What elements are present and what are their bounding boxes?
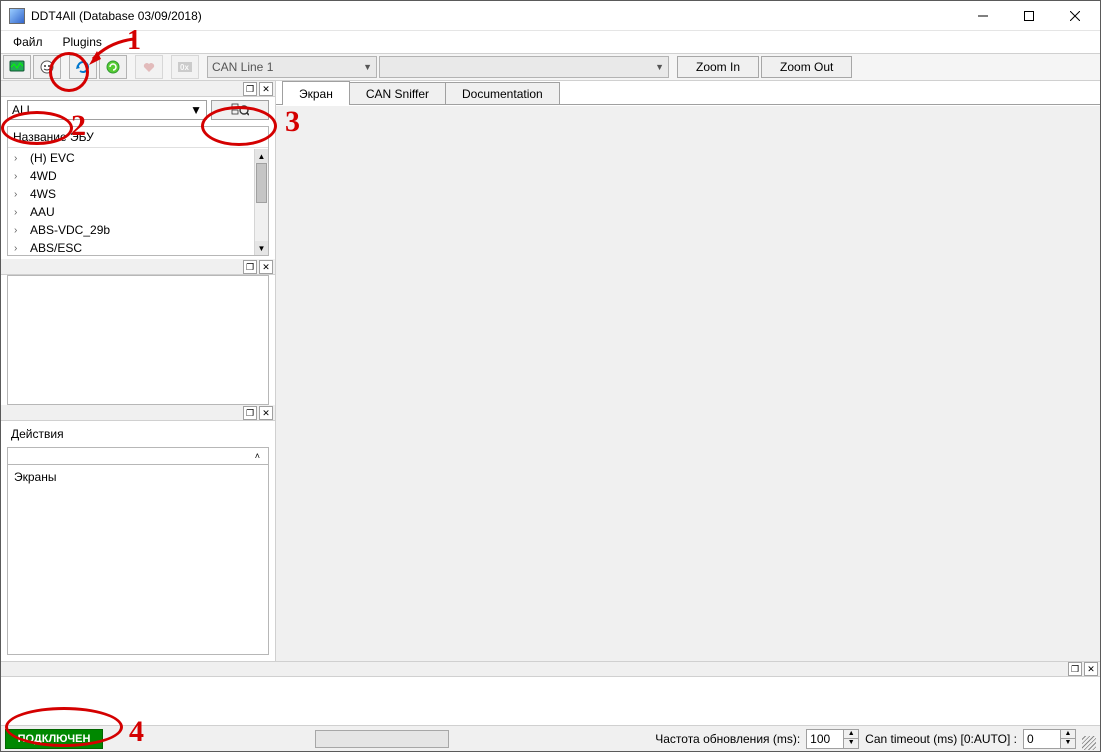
- chevron-right-icon: ›: [14, 243, 24, 254]
- dock-controls: ❐ ✕: [1, 405, 275, 421]
- main-area: Экран CAN Sniffer Documentation: [276, 81, 1100, 661]
- can-timeout-spinner[interactable]: ▲▼: [1023, 729, 1076, 749]
- close-button[interactable]: [1052, 1, 1098, 31]
- chevron-right-icon: ›: [14, 207, 24, 218]
- ecu-tree-header: Название ЭБУ: [8, 127, 268, 148]
- spin-down-icon[interactable]: ▼: [1061, 739, 1075, 748]
- connect-icon[interactable]: [99, 55, 127, 79]
- monitor-icon[interactable]: [3, 55, 31, 79]
- spin-up-icon[interactable]: ▲: [844, 730, 858, 739]
- zoom-out-button[interactable]: Zoom Out: [761, 56, 852, 78]
- actions-header: Действия: [1, 421, 275, 447]
- dock-close-icon[interactable]: ✕: [259, 260, 273, 274]
- dock-controls: ❐ ✕: [1, 81, 275, 97]
- app-icon: [9, 8, 25, 24]
- tab-screen[interactable]: Экран: [282, 81, 350, 105]
- refresh-icon[interactable]: [69, 55, 97, 79]
- toolbar: 0x CAN Line 1 ▼ ▼ Zoom In Zoom Out: [1, 53, 1100, 81]
- connected-button[interactable]: ПОДКЛЮЧЕН: [5, 729, 103, 749]
- tree-item[interactable]: ›ABS/ESC: [8, 239, 254, 255]
- menubar: Файл Plugins: [1, 31, 1100, 53]
- chevron-right-icon: ›: [14, 225, 24, 236]
- actions-panel: Действия ˄ Экраны: [1, 421, 275, 661]
- filter-row: ALL▼: [1, 97, 275, 123]
- bottom-dock-controls: ❐ ✕: [1, 661, 1100, 677]
- tab-documentation[interactable]: Documentation: [445, 82, 560, 104]
- left-sidebar: ❐ ✕ ALL▼ Название ЭБУ ›(H) EVC ›4WD ›4WS…: [1, 81, 276, 661]
- scroll-down-icon[interactable]: ▼: [255, 241, 268, 255]
- tab-sniffer[interactable]: CAN Sniffer: [349, 82, 446, 104]
- dock-close-icon[interactable]: ✕: [1084, 662, 1098, 676]
- chevron-up-icon: ˄: [255, 451, 260, 461]
- can-line-value: CAN Line 1: [212, 60, 273, 74]
- tree-item[interactable]: ›4WD: [8, 167, 254, 185]
- dropdown-arrow-icon: ▼: [363, 62, 372, 72]
- filter-select[interactable]: ALL▼: [7, 100, 207, 120]
- actions-collapse-bar[interactable]: ˄: [7, 447, 269, 465]
- screens-label: Экраны: [14, 470, 56, 484]
- log-area: [1, 677, 1100, 725]
- refresh-rate-spinner[interactable]: ▲▼: [806, 729, 859, 749]
- svg-text:0x: 0x: [180, 63, 189, 72]
- heart-icon: [135, 55, 163, 79]
- chevron-right-icon: ›: [14, 153, 24, 164]
- detail-panel: [7, 275, 269, 405]
- tree-item[interactable]: ›AAU: [8, 203, 254, 221]
- spin-down-icon[interactable]: ▼: [844, 739, 858, 748]
- maximize-button[interactable]: [1006, 1, 1052, 31]
- refresh-rate-label: Частота обновления (ms):: [655, 732, 800, 746]
- titlebar: DDT4All (Database 03/09/2018): [1, 1, 1100, 31]
- refresh-rate-input[interactable]: [807, 732, 843, 746]
- scan-button[interactable]: [211, 100, 269, 120]
- chevron-right-icon: ›: [14, 189, 24, 200]
- dock-controls: ❐ ✕: [1, 259, 275, 275]
- ecu-tree[interactable]: ›(H) EVC ›4WD ›4WS ›AAU ›ABS-VDC_29b ›AB…: [8, 149, 254, 255]
- scroll-thumb[interactable]: [256, 163, 267, 203]
- spin-up-icon[interactable]: ▲: [1061, 730, 1075, 739]
- dock-float-icon[interactable]: ❐: [1068, 662, 1082, 676]
- dock-float-icon[interactable]: ❐: [243, 82, 257, 96]
- dock-float-icon[interactable]: ❐: [243, 406, 257, 420]
- secondary-select[interactable]: ▼: [379, 56, 669, 78]
- dock-close-icon[interactable]: ✕: [259, 406, 273, 420]
- scrollbar[interactable]: ▲ ▼: [254, 149, 268, 255]
- ecu-tree-panel: Название ЭБУ ›(H) EVC ›4WD ›4WS ›AAU ›AB…: [7, 126, 269, 256]
- scroll-up-icon[interactable]: ▲: [255, 149, 268, 163]
- status-bar: ПОДКЛЮЧЕН Частота обновления (ms): ▲▼ Ca…: [1, 725, 1100, 751]
- menu-plugins[interactable]: Plugins: [55, 33, 110, 51]
- can-line-select[interactable]: CAN Line 1 ▼: [207, 56, 377, 78]
- dropdown-arrow-icon: ▼: [655, 62, 664, 72]
- dropdown-arrow-icon: ▼: [190, 103, 202, 117]
- tree-item[interactable]: ›(H) EVC: [8, 149, 254, 167]
- tree-item[interactable]: ›ABS-VDC_29b: [8, 221, 254, 239]
- dock-close-icon[interactable]: ✕: [259, 82, 273, 96]
- minimize-button[interactable]: [960, 1, 1006, 31]
- tree-item[interactable]: ›4WS: [8, 185, 254, 203]
- expert-icon[interactable]: [33, 55, 61, 79]
- dock-float-icon[interactable]: ❐: [243, 260, 257, 274]
- tab-bar: Экран CAN Sniffer Documentation: [276, 81, 1100, 105]
- window-title: DDT4All (Database 03/09/2018): [31, 9, 960, 23]
- menu-file[interactable]: Файл: [5, 33, 51, 51]
- workspace: ❐ ✕ ALL▼ Название ЭБУ ›(H) EVC ›4WD ›4WS…: [1, 81, 1100, 661]
- progress-bar: [315, 730, 449, 748]
- chevron-right-icon: ›: [14, 171, 24, 182]
- zoom-in-button[interactable]: Zoom In: [677, 56, 759, 78]
- resize-grip-icon[interactable]: [1082, 736, 1096, 750]
- hex-icon: 0x: [171, 55, 199, 79]
- can-timeout-label: Can timeout (ms) [0:AUTO] :: [865, 732, 1017, 746]
- actions-box: ˄ Экраны: [7, 447, 269, 655]
- can-timeout-input[interactable]: [1024, 732, 1060, 746]
- main-content: [276, 105, 1100, 661]
- app-window: DDT4All (Database 03/09/2018) Файл Plugi…: [0, 0, 1101, 752]
